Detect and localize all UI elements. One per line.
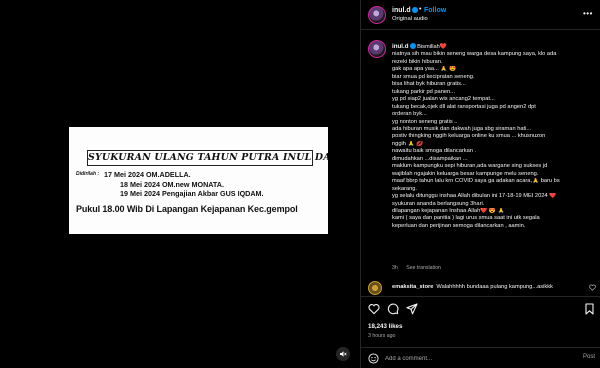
poster-event-2: 18 Mei 2024 OM.new MONATA. [120,180,224,189]
separator-dot: • [419,6,422,13]
verified-icon [411,7,418,13]
comment-like-icon[interactable] [589,284,596,291]
caption-line: gak apa apa yaa... 🙏 😍 [392,66,457,73]
caption-line: yg nonton seneng gratis .. [392,118,458,125]
caption-line: bisa lihat byk hiburan gratis... [392,81,466,88]
caption-line: rezeki bikin hiburan. [392,58,443,65]
caption-line: keperluan dan perijinan semoga dilancark… [392,222,526,229]
header-username-text[interactable]: inul.d [392,7,411,14]
caption-line: nggih 🙏 💋 [392,140,424,147]
post-time: 3 hours ago [368,333,396,339]
caption-line: tukang parkir pd panen... [392,88,455,95]
caption-line: sekarang. [392,185,417,192]
poster-event-1: 17 Mei 2024 OM.ADELLA. [104,170,191,179]
post-media[interactable]: SYUKURAN ULANG TAHUN PUTRA INUL DARATIST… [0,0,360,368]
comment-icon[interactable] [387,303,399,315]
caption-line: syukuran ananda berlangsung 3hari. [392,200,485,207]
more-options-icon[interactable]: ••• [583,9,593,18]
caption-line: postiv thingking nggih keluarga online k… [392,133,546,140]
caption-line: niatnya sih mau bikin seneng warga desa … [392,51,557,58]
poster-footer: Pukul 18.00 Wib Di Lapangan Kejapanan Ke… [76,204,298,214]
caption-line: maaf bbrp tahun lalu krn COVID saya ga a… [392,178,560,185]
save-icon[interactable] [584,303,595,315]
header-username[interactable]: inul.d [392,7,418,14]
caption-first-line: inul.d Bismillah❤️ [392,43,597,51]
comment-row: emaksita_store Walahhhhh bundaaa pulang k… [361,280,600,296]
event-poster: SYUKURAN ULANG TAHUN PUTRA INUL DARATIST… [69,127,328,234]
actions-bar: 18,243 likes 3 hours ago Post [361,296,600,368]
poster-event-3: 19 Mei 2024 Pengajian Akbar GUS IQDAM. [120,189,264,198]
see-translation-link[interactable]: See translation [406,265,441,271]
caption-line: tukang becak,ojek dll alat ransportasi j… [392,103,536,110]
comment-input[interactable] [385,354,555,364]
caption-meta: 3h See translation [392,265,448,271]
emoji-icon[interactable] [368,353,379,364]
caption-first-text: Bismillah❤️ [417,44,447,50]
caption-line: wajiblah ngajakin keluarga besar kampung… [392,170,539,177]
poster-title: SYUKURAN ULANG TAHUN PUTRA INUL DARATIST… [87,150,328,166]
caption-line: biar smua pd kecipratan seneng. [392,73,475,80]
post-side-panel: inul.d • Follow Original audio ••• inul.… [360,0,600,368]
comment-body: Walahhhhh bundaaa pulang kampung...asikk… [436,284,553,290]
commenter-avatar[interactable] [368,281,382,295]
caption-line: nawaitu baik smoga dilancarkan . [392,148,477,155]
likes-count[interactable]: 18,243 likes [368,323,402,330]
like-icon[interactable] [368,303,380,315]
caption-area: inul.d Bismillah❤️ niatnya sih mau bikin… [361,30,600,296]
commenter-username[interactable]: emaksita_store [392,284,433,290]
comment-text: emaksita_store Walahhhhh bundaaa pulang k… [392,284,582,290]
caption-avatar[interactable] [368,40,386,58]
poster-label-prefix: Didirilah : [76,171,100,177]
follow-button[interactable]: Follow [424,7,446,14]
verified-icon [409,43,416,49]
caption-body: inul.d Bismillah❤️ niatnya sih mau bikin… [392,43,597,230]
post-header: inul.d • Follow Original audio ••• [361,0,600,30]
caption-line: kami ( saya dan panitia ) lagi urus smua… [392,215,540,222]
avatar[interactable] [368,6,386,24]
add-comment-box: Post [361,347,600,368]
caption-username[interactable]: inul.d [392,43,409,50]
caption-line: yg pd siap2 jualan wis ancang2 tempat... [392,96,495,103]
speaker-icon[interactable] [336,347,350,361]
caption-line: yg selalu ditunggu inshaa Allah dibulan … [392,193,557,200]
share-icon[interactable] [406,303,418,315]
caption-line: dimudahkan ...disampaikan ... [392,155,468,162]
post-comment-button[interactable]: Post [583,354,595,360]
caption-line: dilapangan kejapanan Inshaa Allah❤️ 😍 🙏 [392,207,505,214]
caption-line: ada hiburan musik dan dakwah juga sbg si… [392,125,532,132]
original-audio-link[interactable]: Original audio [392,16,428,22]
caption-line: orderan byk... [392,111,427,118]
caption-time: 3h [392,265,398,271]
caption-line: maklum kampungku sepi hiburan,ada wargan… [392,163,548,170]
